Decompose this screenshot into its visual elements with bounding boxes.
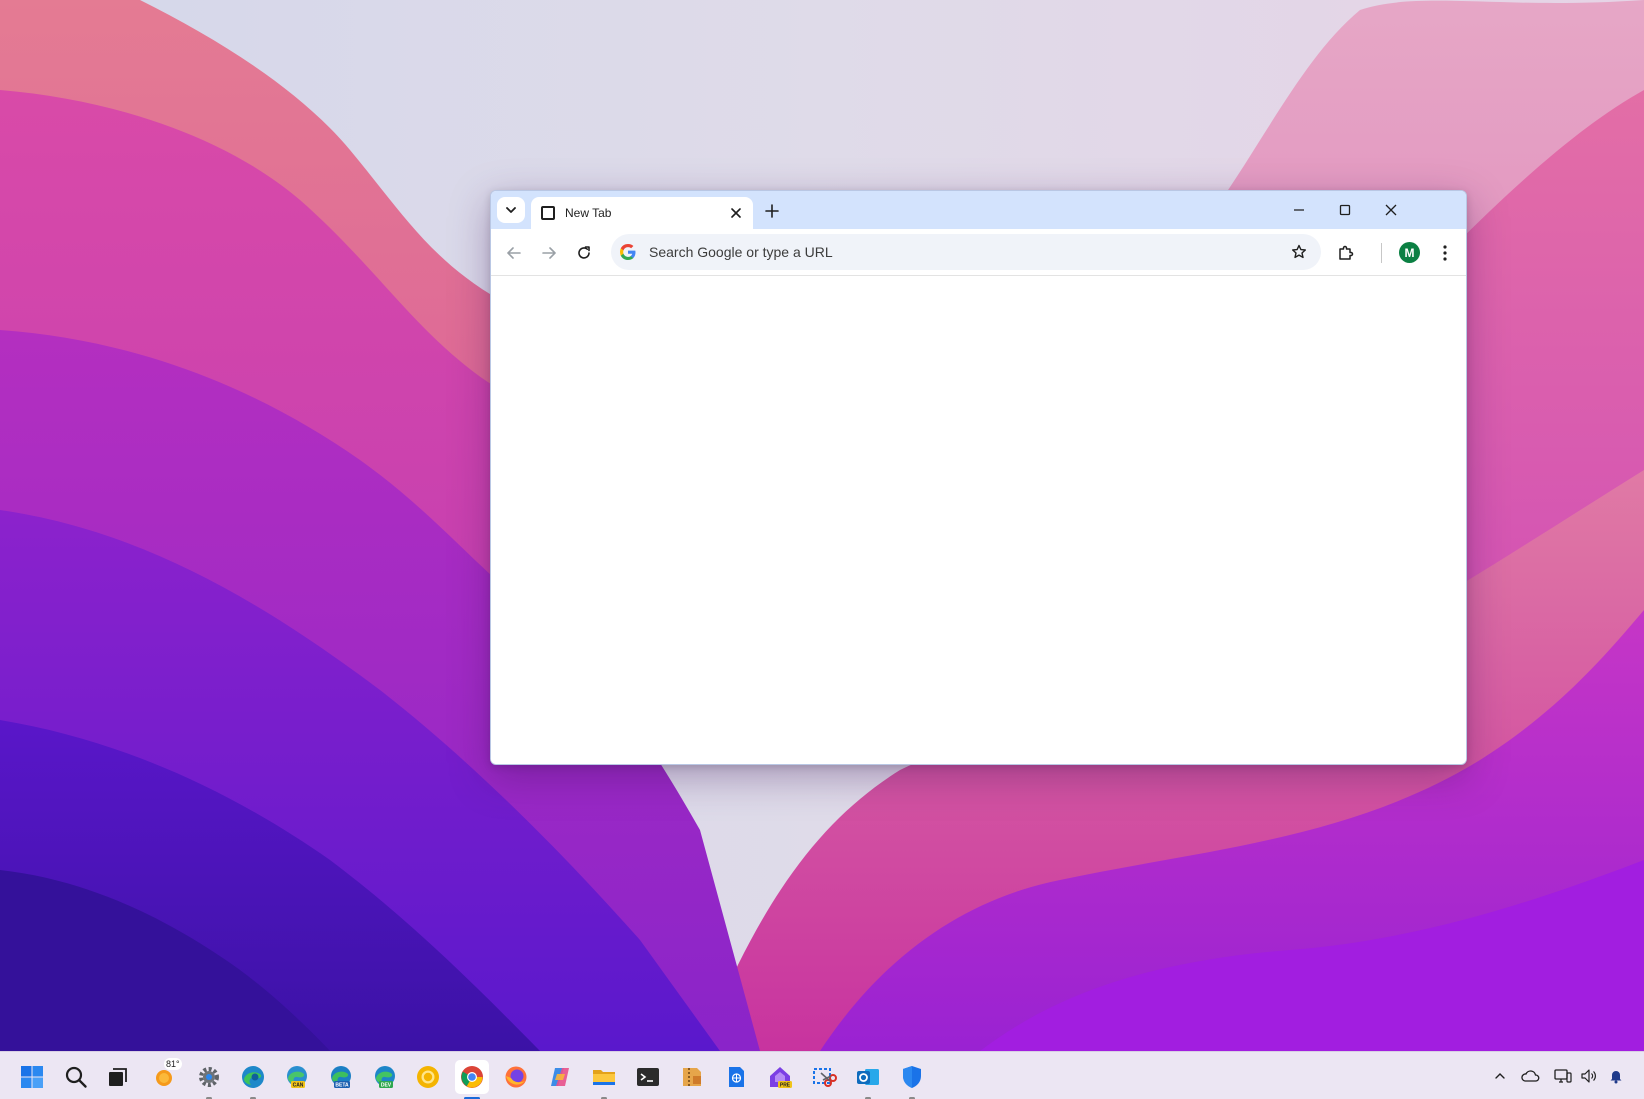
- notepad-icon: [729, 1067, 744, 1087]
- network-icon: [1554, 1069, 1572, 1083]
- taskbar-chrome-canary[interactable]: [411, 1060, 445, 1094]
- dev-home-icon: PRE: [770, 1067, 792, 1089]
- volume-tray-button[interactable]: [1577, 1065, 1601, 1087]
- taskbar-archive-tool[interactable]: [675, 1060, 709, 1094]
- kebab-menu-icon: [1443, 245, 1447, 261]
- svg-text:CAN: CAN: [293, 1083, 304, 1089]
- arrow-left-icon: [507, 247, 521, 259]
- onedrive-tray-button[interactable]: [1518, 1065, 1542, 1087]
- close-window-icon: [1385, 204, 1397, 216]
- chrome-canary-icon: [417, 1066, 439, 1088]
- folder-icon: [593, 1070, 615, 1085]
- start-button[interactable]: [15, 1060, 49, 1094]
- snipping-tool-icon: [813, 1068, 837, 1087]
- maximize-icon: [1339, 204, 1351, 216]
- taskbar-snipping-tool[interactable]: [807, 1060, 841, 1094]
- reload-icon: [578, 246, 590, 259]
- taskbar-search-button[interactable]: [59, 1060, 93, 1094]
- puzzle-piece-icon: [1339, 245, 1354, 260]
- browser-toolbar: M: [491, 229, 1466, 276]
- taskbar-notepad[interactable]: [719, 1060, 753, 1094]
- minimize-icon: [1294, 209, 1304, 211]
- bell-icon: [1610, 1071, 1622, 1084]
- taskbar-edge[interactable]: [236, 1060, 270, 1099]
- search-icon: [65, 1066, 87, 1088]
- shield-icon: [903, 1066, 921, 1088]
- chevron-down-icon: [506, 207, 516, 213]
- extensions-button[interactable]: [1330, 237, 1362, 269]
- edge-dev-icon: DEV: [375, 1066, 395, 1089]
- terminal-icon: [637, 1068, 659, 1086]
- chrome-icon: [461, 1066, 483, 1088]
- svg-text:DEV: DEV: [381, 1083, 392, 1089]
- new-tab-favicon-icon: [541, 206, 555, 220]
- back-button[interactable]: [498, 237, 530, 269]
- task-view-icon: [109, 1068, 127, 1086]
- taskbar-defender[interactable]: [895, 1060, 929, 1099]
- taskbar-dev-home-preview[interactable]: PRE: [763, 1060, 797, 1094]
- reload-button[interactable]: [568, 237, 600, 269]
- arrow-right-icon: [542, 247, 556, 259]
- profile-avatar-button[interactable]: M: [1399, 242, 1420, 263]
- star-icon: [1292, 244, 1306, 259]
- tab-close-button[interactable]: [727, 204, 745, 222]
- omnibox-input[interactable]: [649, 244, 1287, 260]
- page-content-area[interactable]: [491, 276, 1466, 764]
- minimize-button[interactable]: [1276, 191, 1322, 229]
- taskbar-copilot[interactable]: [543, 1060, 577, 1094]
- forward-button[interactable]: [533, 237, 565, 269]
- task-view-button[interactable]: [101, 1060, 135, 1094]
- show-hidden-icons-button[interactable]: [1488, 1065, 1512, 1087]
- taskbar-edge-dev[interactable]: DEV: [368, 1060, 402, 1094]
- taskbar: 81° CAN BETA DEV PRE: [0, 1051, 1644, 1099]
- notifications-button[interactable]: [1604, 1065, 1628, 1087]
- windows-logo-icon: [21, 1066, 43, 1088]
- gear-icon: [199, 1067, 219, 1087]
- google-g-icon: [620, 244, 636, 260]
- tab-search-button[interactable]: [497, 197, 525, 223]
- network-tray-button[interactable]: [1551, 1065, 1575, 1087]
- close-window-button[interactable]: [1368, 191, 1414, 229]
- edge-icon: [242, 1066, 264, 1088]
- taskbar-edge-canary[interactable]: CAN: [280, 1060, 314, 1094]
- speaker-icon: [1581, 1069, 1596, 1083]
- taskbar-firefox[interactable]: [499, 1060, 533, 1094]
- tab-strip: New Tab: [491, 191, 1466, 229]
- copilot-icon: [551, 1068, 569, 1086]
- plus-icon: [765, 204, 779, 218]
- svg-text:BETA: BETA: [335, 1083, 349, 1089]
- edge-beta-icon: BETA: [331, 1066, 351, 1089]
- edge-canary-icon: CAN: [287, 1066, 307, 1089]
- taskbar-edge-beta[interactable]: BETA: [324, 1060, 358, 1094]
- taskbar-outlook[interactable]: [851, 1060, 885, 1099]
- close-icon: [731, 208, 741, 218]
- address-bar[interactable]: [611, 234, 1321, 270]
- cloud-icon: [1521, 1070, 1540, 1082]
- new-tab-button[interactable]: [759, 198, 785, 224]
- toolbar-separator: [1381, 243, 1382, 263]
- chrome-window: New Tab Search Google or type a URL M: [490, 190, 1467, 765]
- archive-icon: [683, 1068, 701, 1086]
- taskbar-settings[interactable]: [192, 1060, 226, 1099]
- chevron-up-icon: [1495, 1073, 1505, 1079]
- chrome-menu-button[interactable]: [1429, 237, 1461, 269]
- svg-text:PRE: PRE: [780, 1083, 791, 1089]
- taskbar-file-explorer[interactable]: [587, 1060, 621, 1099]
- taskbar-chrome[interactable]: [455, 1060, 489, 1099]
- maximize-button[interactable]: [1322, 191, 1368, 229]
- taskbar-terminal[interactable]: [631, 1060, 665, 1094]
- tab-title: New Tab: [565, 206, 612, 220]
- weather-temperature: 81°: [164, 1058, 182, 1070]
- tab-new-tab[interactable]: New Tab: [531, 197, 753, 229]
- outlook-icon: [857, 1069, 879, 1085]
- firefox-icon: [505, 1066, 527, 1088]
- bookmark-star-button[interactable]: [1287, 240, 1311, 264]
